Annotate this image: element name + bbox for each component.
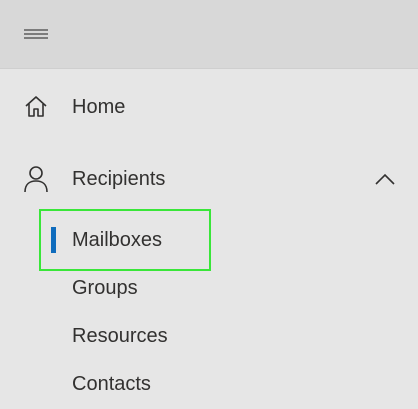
nav-subitem-groups[interactable]: Groups [0,266,418,310]
nav-subitem-contacts-label: Contacts [72,372,151,395]
nav-item-home[interactable]: Home [0,83,418,131]
chevron-up-icon[interactable] [372,166,398,192]
nav-subitem-resources[interactable]: Resources [0,314,418,358]
nav-item-recipients[interactable]: Recipients [0,155,418,203]
hamburger-menu-icon [24,29,48,39]
home-icon [22,93,50,121]
nav-item-home-label: Home [72,95,126,118]
navigation-pane: Home Recipients Mailboxes Groups Resourc… [0,70,418,409]
nav-subitem-mailboxes-label: Mailboxes [72,228,163,251]
nav-subitem-resources-label: Resources [72,324,168,347]
nav-item-recipients-label: Recipients [72,167,166,190]
person-icon [22,165,50,193]
top-bar [0,0,418,69]
nav-subitem-mailboxes[interactable]: Mailboxes [0,218,418,262]
hamburger-menu-button[interactable] [18,22,54,46]
selected-indicator [51,227,56,253]
nav-subitem-contacts[interactable]: Contacts [0,362,418,406]
nav-subitem-groups-label: Groups [72,276,138,299]
